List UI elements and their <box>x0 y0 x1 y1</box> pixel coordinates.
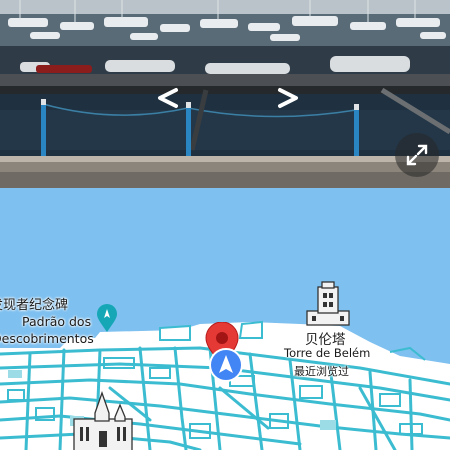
next-photo-button[interactable] <box>272 86 302 110</box>
street-view-photo[interactable] <box>0 0 450 188</box>
chevron-right-icon <box>278 88 298 108</box>
recently-viewed-label: 最近浏览过 <box>294 365 349 378</box>
padrao-name-line2[interactable]: Descobrimentos <box>0 331 94 346</box>
tower-icon[interactable] <box>304 281 352 327</box>
padrao-name-line1[interactable]: Padrão dos <box>22 314 91 329</box>
expand-diagonal-icon <box>406 144 428 166</box>
torre-name-en[interactable]: Torre de Belém <box>284 346 370 360</box>
map-view[interactable]: 发现者纪念碑 Padrão dos Descobrimentos 贝伦塔 Tor… <box>0 188 450 450</box>
padrao-name-zh[interactable]: 发现者纪念碑 <box>0 294 68 313</box>
expand-button[interactable] <box>395 133 439 177</box>
chevron-left-icon <box>158 88 178 108</box>
torre-name-zh[interactable]: 贝伦塔 <box>305 328 346 348</box>
monument-icon[interactable] <box>95 304 119 334</box>
church-icon[interactable] <box>72 391 134 450</box>
previous-photo-button[interactable] <box>154 86 184 110</box>
marina-photo <box>0 0 450 188</box>
my-location-arrow-icon[interactable] <box>209 348 243 382</box>
